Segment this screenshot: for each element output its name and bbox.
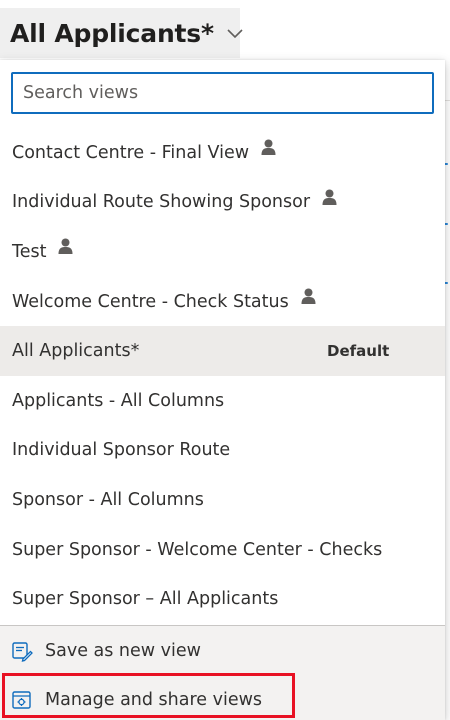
person-icon [322, 189, 337, 210]
view-item-label: Super Sponsor – All Applicants [12, 589, 279, 610]
chevron-down-icon [226, 25, 244, 44]
view-item-individual-sponsor-route[interactable]: Individual Sponsor Route [0, 426, 445, 476]
person-icon [261, 139, 276, 160]
view-selector-title: All Applicants* [10, 18, 214, 48]
view-item-label: Super Sponsor - Welcome Center - Checks [12, 539, 383, 560]
view-item-welcome-centre-check-status[interactable]: Welcome Centre - Check Status [0, 277, 445, 327]
view-item-label: Individual Route Showing Sponsor [12, 192, 311, 213]
view-item-applicants-all-columns[interactable]: Applicants - All Columns [0, 376, 445, 426]
person-icon [58, 238, 73, 259]
person-icon [301, 288, 316, 309]
view-selector-button[interactable]: All Applicants* [0, 8, 243, 58]
search-views-input[interactable] [13, 74, 432, 112]
view-item-individual-route-sponsor[interactable]: Individual Route Showing Sponsor [0, 178, 445, 228]
save-as-new-view-button[interactable]: Save as new view [0, 626, 445, 675]
view-item-all-applicants[interactable]: All Applicants* Default [0, 326, 445, 376]
view-item-label: Welcome Centre - Check Status [12, 291, 289, 312]
view-item-super-sponsor-all-applicants[interactable]: Super Sponsor – All Applicants [0, 574, 445, 624]
view-item-label: Sponsor - All Columns [12, 489, 204, 510]
manage-and-share-views-button[interactable]: Manage and share views [0, 675, 445, 720]
default-badge: Default [327, 342, 390, 361]
view-item-super-sponsor-welcome-checks[interactable]: Super Sponsor - Welcome Center - Checks [0, 525, 445, 575]
views-list: Contact Centre - Final View Individual R… [0, 128, 445, 624]
view-item-label: Contact Centre - Final View [12, 142, 250, 163]
manage-views-icon [11, 689, 33, 711]
manage-and-share-views-label: Manage and share views [45, 689, 263, 710]
search-views-box[interactable] [11, 72, 434, 114]
save-as-new-view-label: Save as new view [45, 640, 201, 661]
view-item-label: Applicants - All Columns [12, 390, 225, 411]
view-item-label: Test [12, 241, 47, 262]
view-item-label: Individual Sponsor Route [12, 440, 231, 461]
view-item-sponsor-all-columns[interactable]: Sponsor - All Columns [0, 475, 445, 525]
view-item-contact-centre-final[interactable]: Contact Centre - Final View [0, 128, 445, 178]
view-item-label: All Applicants* [12, 341, 140, 362]
views-dropdown: Contact Centre - Final View Individual R… [0, 60, 445, 720]
save-view-icon [11, 640, 33, 662]
view-item-test[interactable]: Test [0, 227, 445, 277]
